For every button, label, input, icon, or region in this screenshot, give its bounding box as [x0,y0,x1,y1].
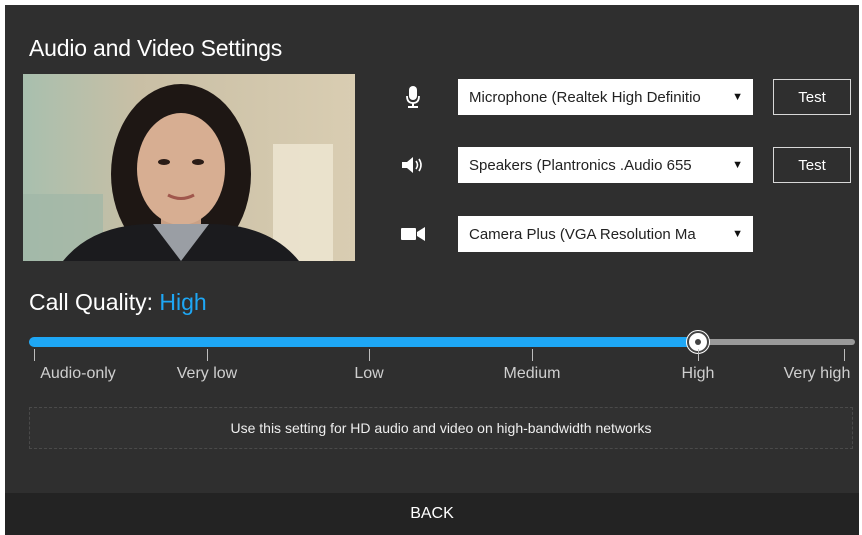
slider-tick [34,349,35,361]
slider-tick [844,349,845,361]
chevron-down-icon: ▼ [732,91,743,103]
camera-preview [23,74,355,261]
call-quality-heading: Call Quality: High [29,289,207,316]
microphone-select-value: Microphone (Realtek High Definitio [469,88,701,106]
call-quality-value: High [159,289,207,315]
slider-tick [369,349,370,361]
page-title: Audio and Video Settings [29,35,283,61]
speakers-select-value: Speakers (Plantronics .Audio 655 [469,156,692,174]
speakers-select[interactable]: Speakers (Plantronics .Audio 655 ▼ [458,147,753,183]
quality-description: Use this setting for HD audio and video … [29,407,853,449]
call-quality-label: Call Quality: [29,289,153,315]
call-quality-slider[interactable] [29,331,855,353]
slider-tick [698,349,699,361]
speakers-test-button[interactable]: Test [773,147,851,183]
chevron-down-icon: ▼ [732,159,743,171]
slider-tick-label[interactable]: Very high [784,365,851,383]
slider-tick [532,349,533,361]
camera-select[interactable]: Camera Plus (VGA Resolution Ma ▼ [458,216,753,252]
settings-panel: Audio and Video Settings Microphone (Rea… [5,5,859,535]
camera-select-value: Camera Plus (VGA Resolution Ma [469,225,696,243]
slider-tick-label[interactable]: Very low [177,365,237,383]
microphone-select[interactable]: Microphone (Realtek High Definitio ▼ [458,79,753,115]
camera-preview-image [23,74,355,261]
back-button[interactable]: BACK [404,504,460,524]
footer-bar: BACK [5,493,859,535]
speaker-icon [395,147,431,183]
slider-tick-label[interactable]: High [682,365,715,383]
slider-tick-label[interactable]: Audio-only [40,365,116,383]
slider-track-fill [29,337,698,347]
camera-icon [395,216,431,252]
slider-tick-label[interactable]: Medium [504,365,561,383]
slider-tick [207,349,208,361]
chevron-down-icon: ▼ [732,228,743,240]
microphone-test-button[interactable]: Test [773,79,851,115]
microphone-icon [395,79,431,115]
slider-tick-label[interactable]: Low [354,365,383,383]
